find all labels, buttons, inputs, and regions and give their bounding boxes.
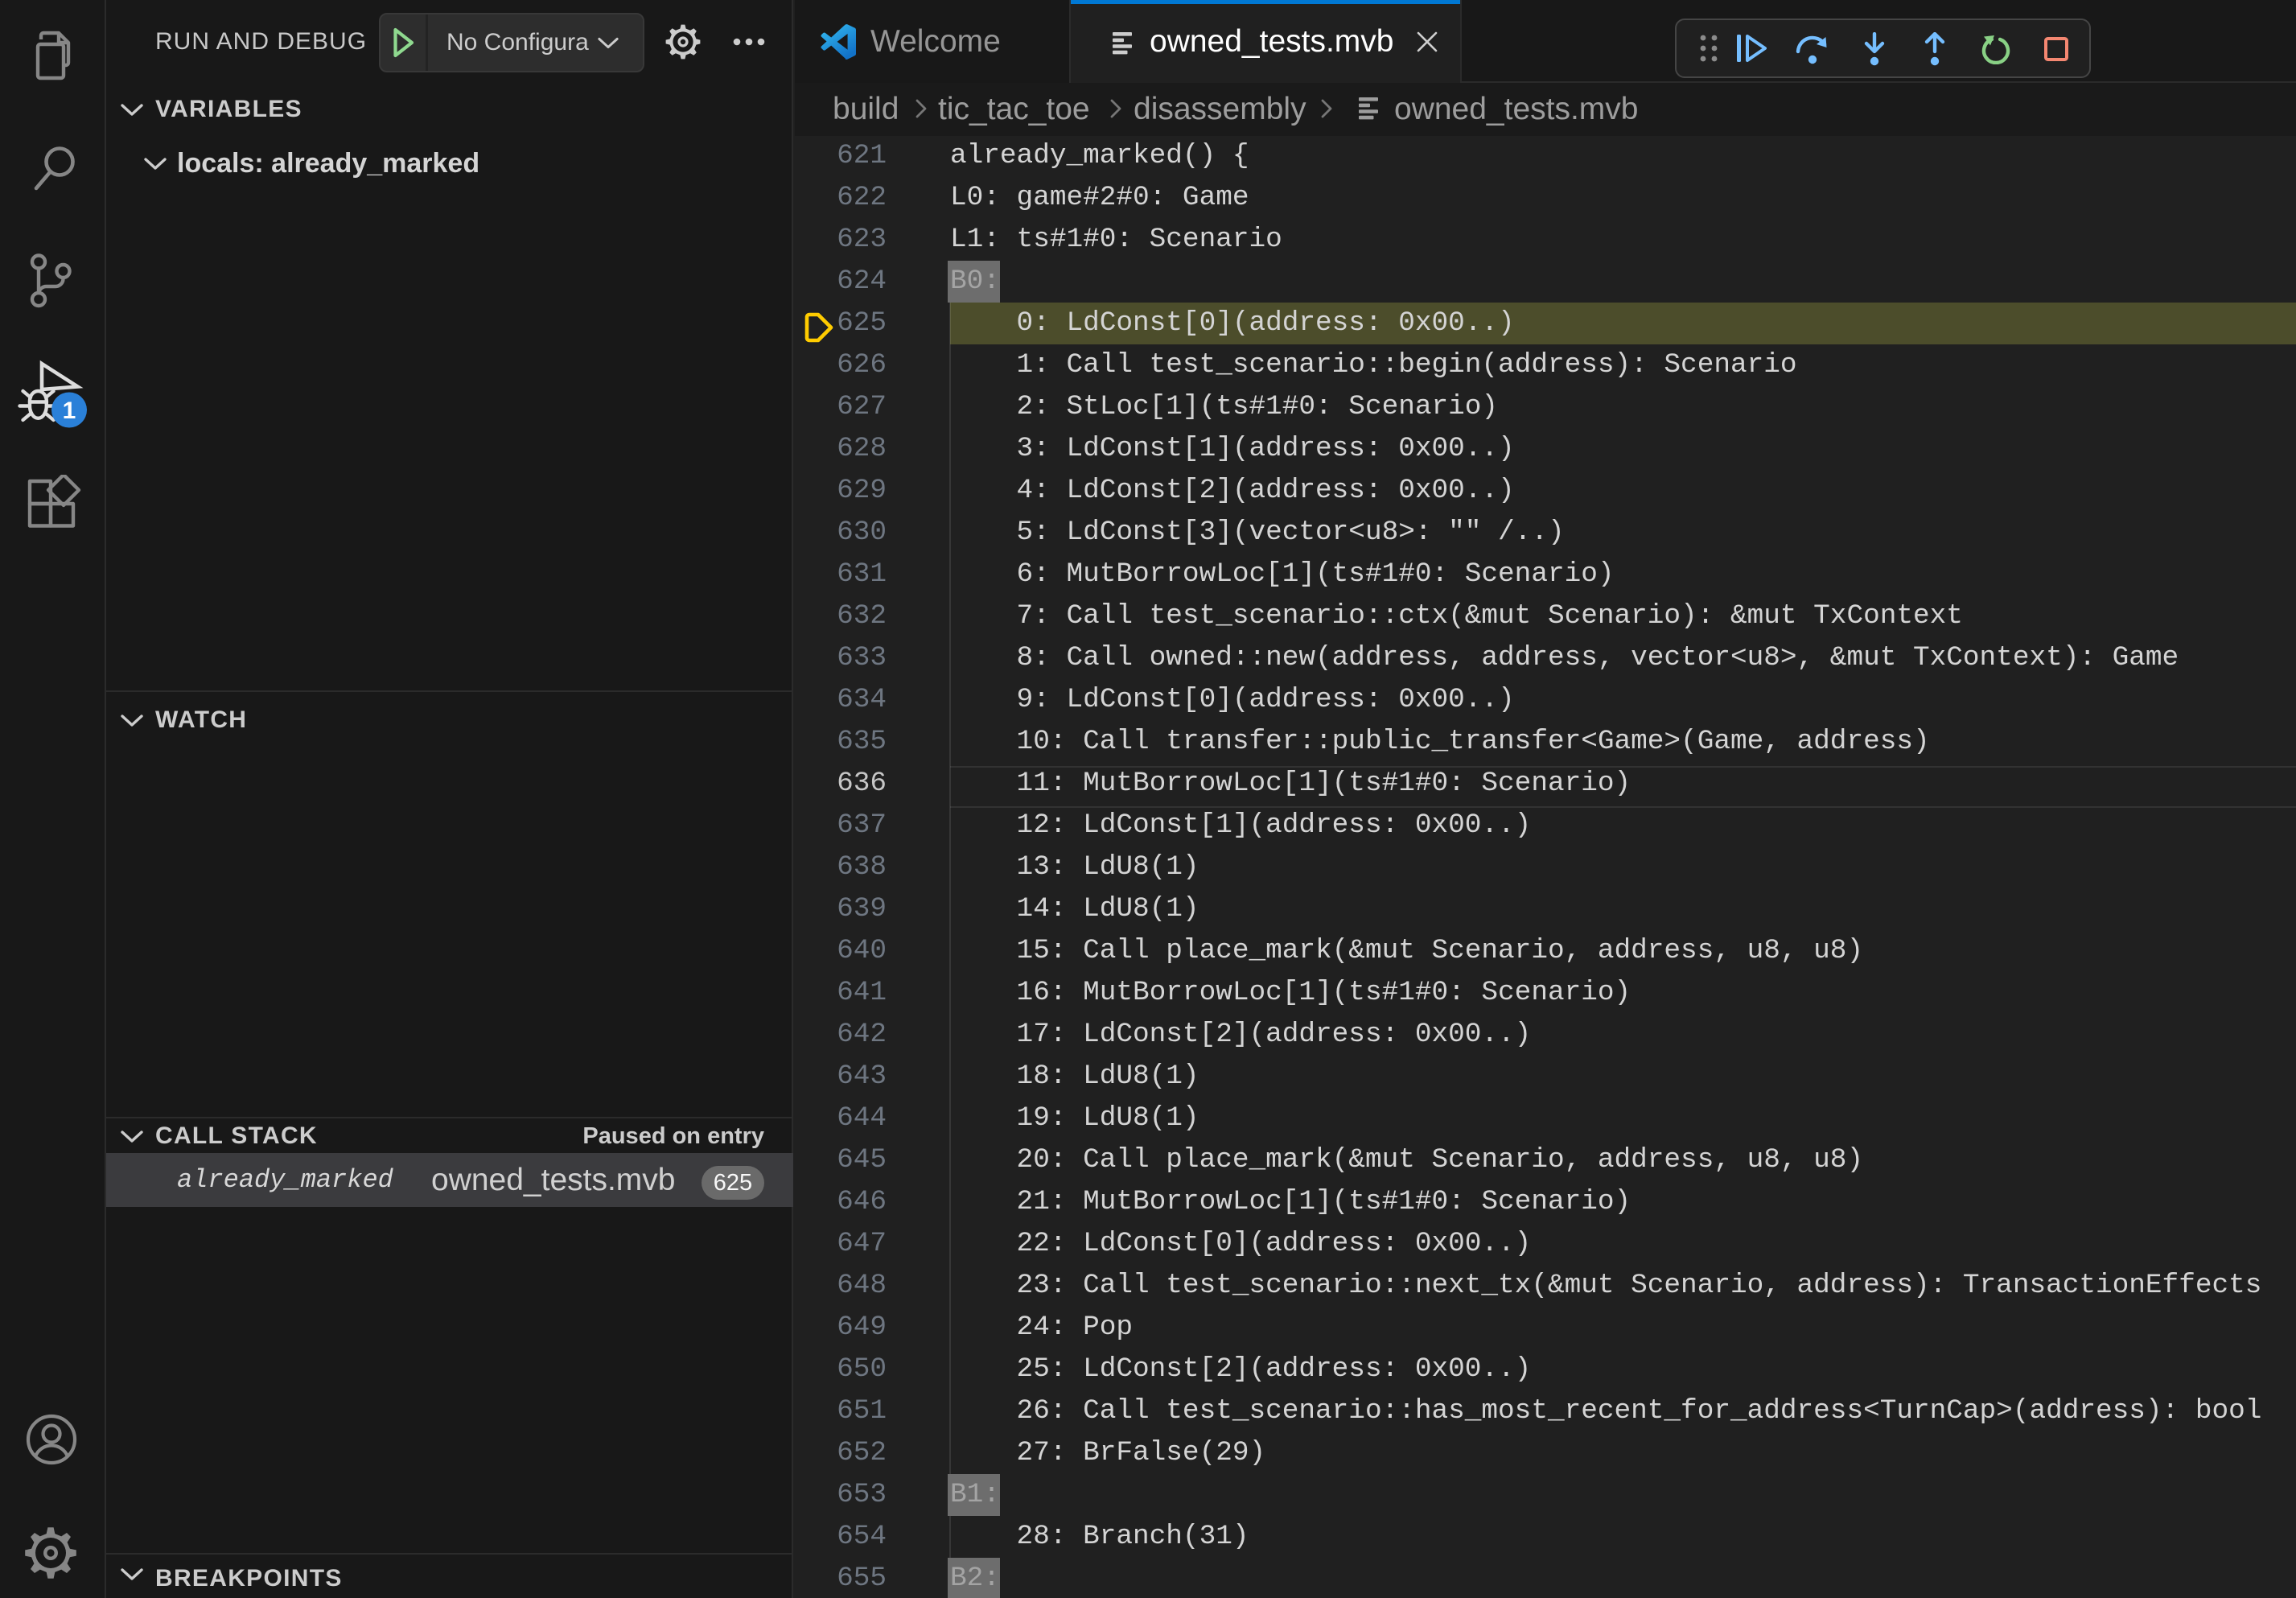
svg-text:1: 1 [63,397,76,424]
